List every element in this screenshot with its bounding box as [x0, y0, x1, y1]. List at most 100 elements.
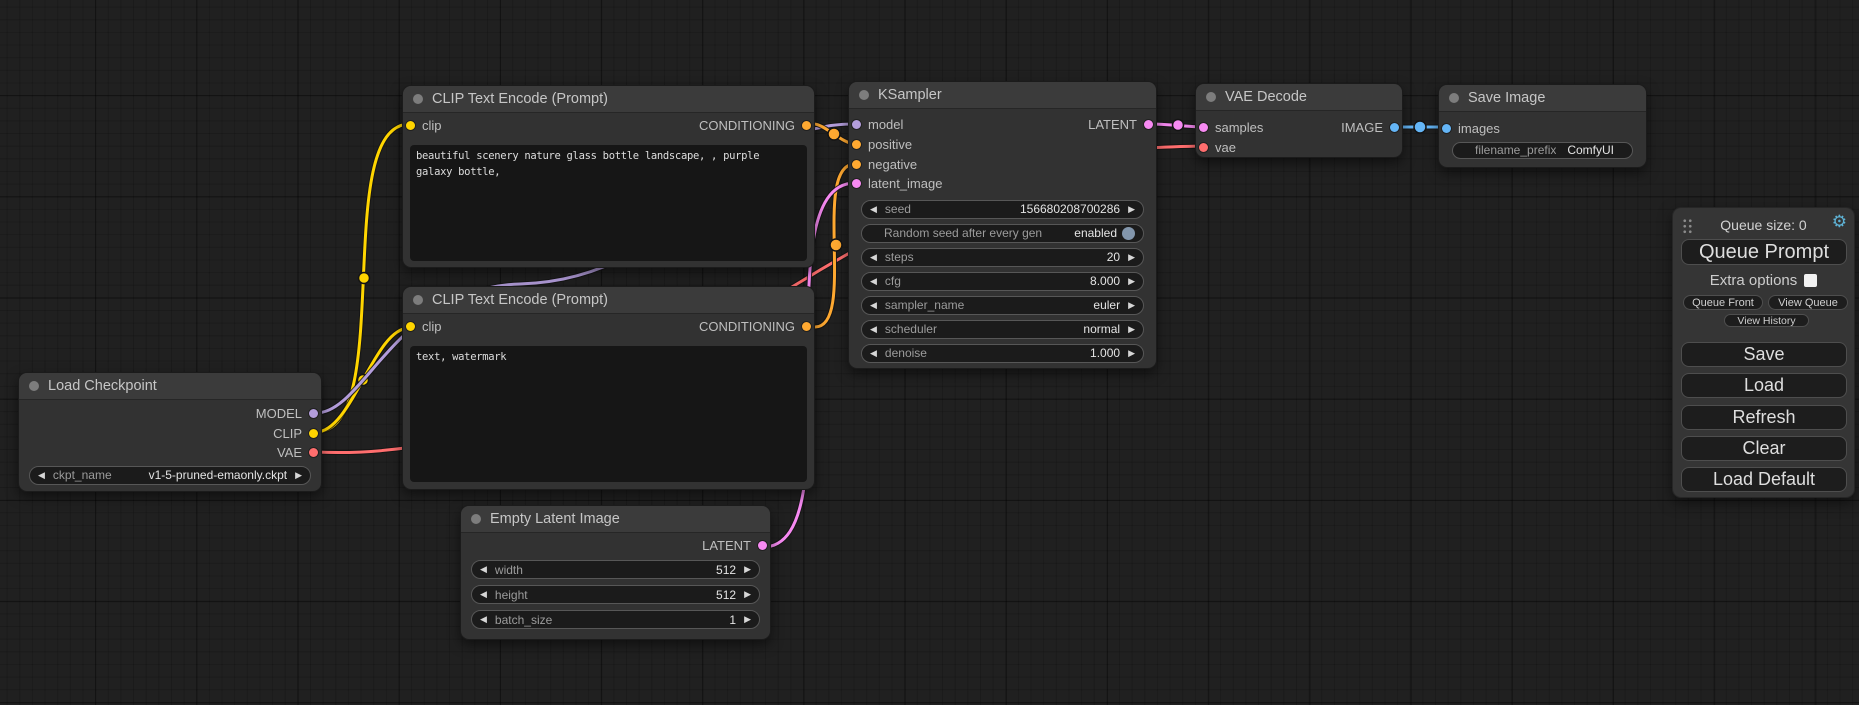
widget-filename-prefix[interactable]: filename_prefix ComfyUI — [1452, 142, 1633, 159]
model-port-dot-icon[interactable] — [852, 120, 861, 129]
output-port-image[interactable]: IMAGE — [1341, 120, 1399, 135]
node-header[interactable]: CLIP Text Encode (Prompt) — [403, 86, 814, 113]
increment-arrow-icon[interactable]: ▶ — [1128, 301, 1135, 310]
node-save-image[interactable]: Save Image images filename_prefix ComfyU… — [1438, 84, 1647, 168]
conditioning-port-dot-icon[interactable] — [802, 121, 811, 130]
output-port-conditioning[interactable]: CONDITIONING — [699, 319, 811, 334]
input-port-negative[interactable]: negative — [852, 157, 917, 172]
widget-ckpt-name[interactable]: ◀ ckpt_name v1-5-pruned-emaonly.ckpt ▶ — [29, 466, 311, 485]
widget-steps[interactable]: ◀ steps 20 ▶ — [861, 248, 1144, 267]
clip-port-dot-icon[interactable] — [406, 121, 415, 130]
input-port-images[interactable]: images — [1442, 121, 1500, 136]
load-button[interactable]: Load — [1681, 373, 1847, 398]
collapse-dot-icon[interactable] — [471, 514, 481, 524]
node-header[interactable]: Load Checkpoint — [19, 373, 321, 400]
input-port-samples[interactable]: samples — [1199, 120, 1263, 135]
increment-arrow-icon[interactable]: ▶ — [1128, 205, 1135, 214]
decrement-arrow-icon[interactable]: ◀ — [870, 253, 877, 262]
node-header[interactable]: Empty Latent Image — [461, 506, 770, 533]
decrement-arrow-icon[interactable]: ◀ — [870, 349, 877, 358]
settings-gear-icon[interactable]: ⚙ — [1832, 213, 1847, 230]
extra-options-checkbox[interactable] — [1804, 274, 1817, 287]
clip-port-dot-icon[interactable] — [309, 429, 318, 438]
latent-port-dot-icon[interactable] — [758, 541, 767, 550]
node-vae-decode[interactable]: VAE Decode samples IMAGE vae — [1195, 83, 1403, 158]
conditioning-port-dot-icon[interactable] — [852, 160, 861, 169]
node-clip-text-encode-positive[interactable]: CLIP Text Encode (Prompt) clip CONDITION… — [402, 85, 815, 268]
node-empty-latent-image[interactable]: Empty Latent Image LATENT ◀ width 512 ▶ … — [460, 505, 771, 640]
image-port-dot-icon[interactable] — [1442, 124, 1451, 133]
conditioning-port-dot-icon[interactable] — [852, 140, 861, 149]
increment-arrow-icon[interactable]: ▶ — [1128, 253, 1135, 262]
view-history-button[interactable]: View History — [1724, 314, 1809, 327]
node-ksampler[interactable]: KSampler model LATENT positive — [848, 81, 1157, 369]
output-port-latent[interactable]: LATENT — [702, 538, 767, 553]
widget-denoise[interactable]: ◀ denoise 1.000 ▶ — [861, 344, 1144, 363]
collapse-dot-icon[interactable] — [413, 295, 423, 305]
node-header[interactable]: KSampler — [849, 82, 1156, 109]
positive-prompt-textarea[interactable]: beautiful scenery nature glass bottle la… — [410, 145, 807, 261]
increment-arrow-icon[interactable]: ▶ — [1128, 325, 1135, 334]
decrement-arrow-icon[interactable]: ◀ — [870, 277, 877, 286]
clip-port-dot-icon[interactable] — [406, 322, 415, 331]
save-button[interactable]: Save — [1681, 342, 1847, 367]
input-port-clip[interactable]: clip — [406, 118, 442, 133]
latent-port-dot-icon[interactable] — [1199, 123, 1208, 132]
toggle-dot-icon[interactable] — [1122, 227, 1135, 240]
input-port-clip[interactable]: clip — [406, 319, 442, 334]
node-header[interactable]: Save Image — [1439, 85, 1646, 112]
clear-button[interactable]: Clear — [1681, 436, 1847, 461]
decrement-arrow-icon[interactable]: ◀ — [480, 565, 487, 574]
node-clip-text-encode-negative[interactable]: CLIP Text Encode (Prompt) clip CONDITION… — [402, 286, 815, 490]
queue-prompt-button[interactable]: Queue Prompt — [1681, 239, 1847, 265]
load-default-button[interactable]: Load Default — [1681, 467, 1847, 492]
view-queue-button[interactable]: View Queue — [1768, 295, 1848, 310]
increment-arrow-icon[interactable]: ▶ — [1128, 277, 1135, 286]
decrement-arrow-icon[interactable]: ◀ — [870, 301, 877, 310]
increment-arrow-icon[interactable]: ▶ — [744, 615, 751, 624]
input-port-positive[interactable]: positive — [852, 137, 912, 152]
widget-sampler-name[interactable]: ◀ sampler_name euler ▶ — [861, 296, 1144, 315]
conditioning-port-dot-icon[interactable] — [802, 322, 811, 331]
node-header[interactable]: VAE Decode — [1196, 84, 1402, 111]
vae-port-dot-icon[interactable] — [1199, 143, 1208, 152]
image-port-dot-icon[interactable] — [1390, 123, 1399, 132]
collapse-dot-icon[interactable] — [413, 94, 423, 104]
input-port-model[interactable]: model — [852, 117, 903, 132]
output-port-vae[interactable]: VAE — [277, 445, 318, 460]
input-port-vae[interactable]: vae — [1199, 140, 1236, 155]
latent-port-dot-icon[interactable] — [852, 179, 861, 188]
vae-port-dot-icon[interactable] — [309, 448, 318, 457]
widget-cfg[interactable]: ◀ cfg 8.000 ▶ — [861, 272, 1144, 291]
output-port-clip[interactable]: CLIP — [273, 426, 318, 441]
negative-prompt-textarea[interactable]: text, watermark — [410, 346, 807, 482]
widget-width[interactable]: ◀ width 512 ▶ — [471, 560, 760, 579]
node-graph-canvas[interactable]: Load Checkpoint MODEL CLIP VAE — [0, 0, 1859, 705]
increment-arrow-icon[interactable]: ▶ — [295, 471, 302, 480]
collapse-dot-icon[interactable] — [1206, 92, 1216, 102]
input-port-latent-image[interactable]: latent_image — [852, 176, 942, 191]
queue-front-button[interactable]: Queue Front — [1683, 295, 1763, 310]
increment-arrow-icon[interactable]: ▶ — [1128, 349, 1135, 358]
refresh-button[interactable]: Refresh — [1681, 405, 1847, 430]
increment-arrow-icon[interactable]: ▶ — [744, 565, 751, 574]
increment-arrow-icon[interactable]: ▶ — [744, 590, 751, 599]
queue-panel[interactable]: Queue size: 0 ⚙ Queue Prompt Extra optio… — [1672, 207, 1855, 498]
widget-height[interactable]: ◀ height 512 ▶ — [471, 585, 760, 604]
model-port-dot-icon[interactable] — [309, 409, 318, 418]
node-load-checkpoint[interactable]: Load Checkpoint MODEL CLIP VAE — [18, 372, 322, 492]
widget-batch-size[interactable]: ◀ batch_size 1 ▶ — [471, 610, 760, 629]
node-header[interactable]: CLIP Text Encode (Prompt) — [403, 287, 814, 314]
widget-random-seed-toggle[interactable]: Random seed after every gen enabled — [861, 224, 1144, 243]
widget-seed[interactable]: ◀ seed 156680208700286 ▶ — [861, 200, 1144, 219]
output-port-latent[interactable]: LATENT — [1088, 117, 1153, 132]
decrement-arrow-icon[interactable]: ◀ — [480, 590, 487, 599]
collapse-dot-icon[interactable] — [1449, 93, 1459, 103]
decrement-arrow-icon[interactable]: ◀ — [38, 471, 45, 480]
latent-port-dot-icon[interactable] — [1144, 120, 1153, 129]
widget-scheduler[interactable]: ◀ scheduler normal ▶ — [861, 320, 1144, 339]
decrement-arrow-icon[interactable]: ◀ — [480, 615, 487, 624]
collapse-dot-icon[interactable] — [29, 381, 39, 391]
collapse-dot-icon[interactable] — [859, 90, 869, 100]
decrement-arrow-icon[interactable]: ◀ — [870, 325, 877, 334]
